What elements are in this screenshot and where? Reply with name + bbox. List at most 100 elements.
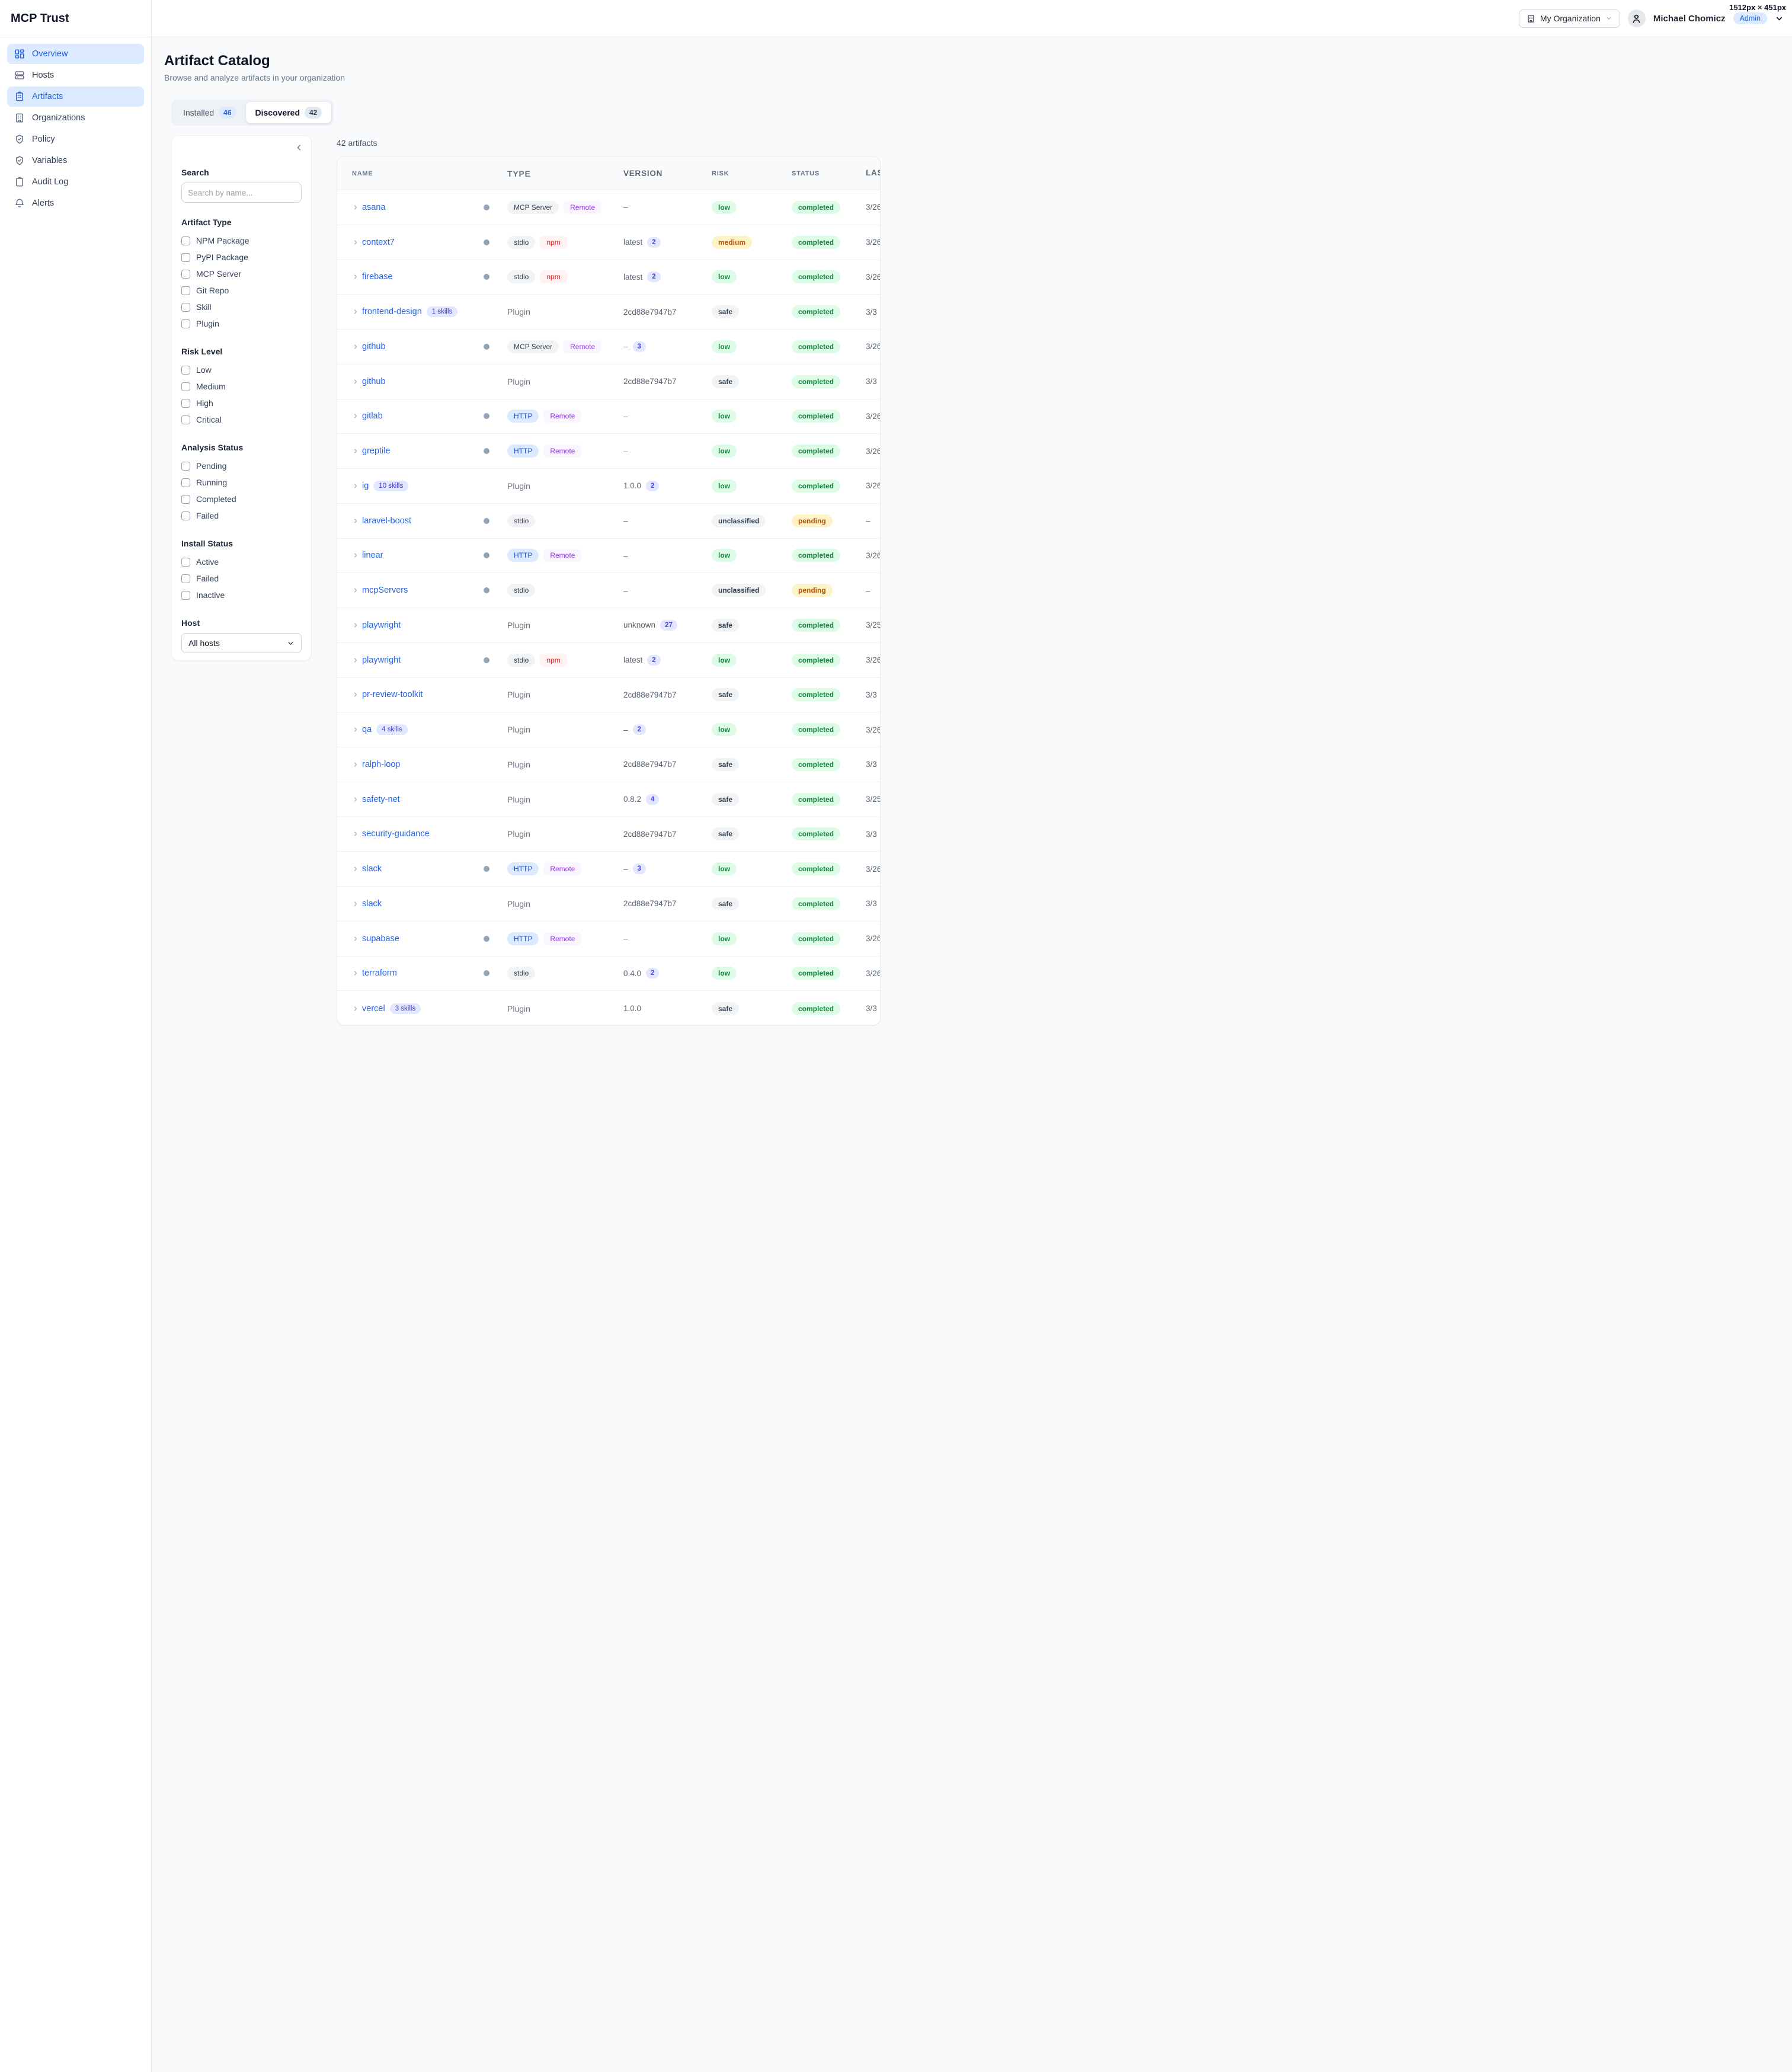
filter-option-pending[interactable]: Pending — [181, 458, 302, 474]
checkbox[interactable] — [181, 399, 190, 408]
sidebar-item-artifacts[interactable]: Artifacts — [7, 87, 144, 107]
table-row[interactable]: safety-net Plugin 0.8.2 4 safe completed… — [337, 782, 881, 817]
filter-option-npm-package[interactable]: NPM Package — [181, 232, 302, 249]
filter-option-low[interactable]: Low — [181, 362, 302, 378]
table-row[interactable]: supabase HTTPRemote – low completed 3/26 — [337, 922, 881, 957]
table-row[interactable]: vercel 3 skills Plugin 1.0.0 safe comple… — [337, 991, 881, 1025]
artifact-name-link[interactable]: context7 — [362, 238, 395, 247]
filter-option-inactive[interactable]: Inactive — [181, 587, 302, 603]
table-row[interactable]: playwright stdionpm latest 2 low complet… — [337, 643, 881, 678]
checkbox[interactable] — [181, 462, 190, 471]
artifact-name-link[interactable]: playwright — [362, 656, 401, 665]
expand-chevron-icon[interactable] — [352, 204, 359, 211]
checkbox[interactable] — [181, 382, 190, 391]
artifact-name-link[interactable]: slack — [362, 864, 382, 874]
table-row[interactable]: greptile HTTPRemote – low completed 3/26 — [337, 434, 881, 469]
expand-chevron-icon[interactable] — [352, 900, 359, 907]
table-row[interactable]: terraform stdio 0.4.0 2 low completed 3/… — [337, 957, 881, 992]
table-row[interactable]: pr-review-toolkit Plugin 2cd88e7947b7 sa… — [337, 678, 881, 713]
expand-chevron-icon[interactable] — [352, 239, 359, 246]
artifact-name-link[interactable]: ig — [362, 481, 369, 491]
table-row[interactable]: ig 10 skills Plugin 1.0.0 2 low complete… — [337, 469, 881, 504]
expand-chevron-icon[interactable] — [352, 622, 359, 629]
expand-chevron-icon[interactable] — [352, 935, 359, 942]
expand-chevron-icon[interactable] — [352, 273, 359, 280]
checkbox[interactable] — [181, 253, 190, 262]
expand-chevron-icon[interactable] — [352, 378, 359, 385]
table-row[interactable]: asana MCP ServerRemote – low completed 3… — [337, 190, 881, 225]
sidebar-item-audit-log[interactable]: Audit Log — [7, 172, 144, 192]
artifact-name-link[interactable]: qa — [362, 725, 372, 734]
filter-option-failed[interactable]: Failed — [181, 507, 302, 524]
expand-chevron-icon[interactable] — [352, 308, 359, 315]
tab-discovered[interactable]: Discovered 42 — [246, 102, 332, 123]
table-row[interactable]: laravel-boost stdio – unclassified pendi… — [337, 504, 881, 539]
checkbox[interactable] — [181, 591, 190, 600]
tab-installed[interactable]: Installed 46 — [174, 102, 246, 123]
table-row[interactable]: context7 stdionpm latest 2 medium comple… — [337, 225, 881, 260]
artifact-name-link[interactable]: github — [362, 342, 386, 351]
checkbox[interactable] — [181, 303, 190, 312]
filter-option-skill[interactable]: Skill — [181, 299, 302, 315]
filter-option-failed[interactable]: Failed — [181, 570, 302, 587]
table-row[interactable]: linear HTTPRemote – low completed 3/26 — [337, 539, 881, 574]
host-select[interactable]: All hosts — [181, 633, 302, 653]
filter-option-pypi-package[interactable]: PyPI Package — [181, 249, 302, 266]
table-row[interactable]: slack Plugin 2cd88e7947b7 safe completed… — [337, 887, 881, 922]
sidebar-item-overview[interactable]: Overview — [7, 44, 144, 64]
artifact-name-link[interactable]: playwright — [362, 621, 401, 630]
artifact-name-link[interactable]: supabase — [362, 934, 399, 944]
filter-option-high[interactable]: High — [181, 395, 302, 411]
checkbox[interactable] — [181, 558, 190, 567]
table-row[interactable]: frontend-design 1 skills Plugin 2cd88e79… — [337, 295, 881, 330]
checkbox[interactable] — [181, 366, 190, 375]
checkbox[interactable] — [181, 415, 190, 424]
organization-selector-button[interactable]: My Organization — [1519, 9, 1620, 28]
artifact-name-link[interactable]: mcpServers — [362, 586, 408, 595]
expand-chevron-icon[interactable] — [352, 447, 359, 455]
filter-option-git-repo[interactable]: Git Repo — [181, 282, 302, 299]
table-row[interactable]: playwright Plugin unknown 27 safe comple… — [337, 608, 881, 643]
sidebar-item-variables[interactable]: Variables — [7, 151, 144, 171]
expand-chevron-icon[interactable] — [352, 552, 359, 559]
expand-chevron-icon[interactable] — [352, 726, 359, 733]
artifact-name-link[interactable]: asana — [362, 203, 386, 212]
sidebar-item-alerts[interactable]: Alerts — [7, 193, 144, 213]
expand-chevron-icon[interactable] — [352, 413, 359, 420]
expand-chevron-icon[interactable] — [352, 657, 359, 664]
filter-option-critical[interactable]: Critical — [181, 411, 302, 428]
table-row[interactable]: firebase stdionpm latest 2 low completed… — [337, 260, 881, 295]
checkbox[interactable] — [181, 574, 190, 583]
table-row[interactable]: qa 4 skills Plugin – 2 low completed 3/2… — [337, 712, 881, 747]
artifact-name-link[interactable]: ralph-loop — [362, 760, 401, 769]
table-row[interactable]: ralph-loop Plugin 2cd88e7947b7 safe comp… — [337, 747, 881, 782]
expand-chevron-icon[interactable] — [352, 517, 359, 525]
artifact-name-link[interactable]: linear — [362, 551, 383, 560]
artifact-name-link[interactable]: pr-review-toolkit — [362, 690, 423, 699]
checkbox[interactable] — [181, 495, 190, 504]
artifact-name-link[interactable]: laravel-boost — [362, 516, 411, 526]
expand-chevron-icon[interactable] — [352, 796, 359, 803]
artifact-name-link[interactable]: slack — [362, 899, 382, 909]
expand-chevron-icon[interactable] — [352, 691, 359, 698]
checkbox[interactable] — [181, 319, 190, 328]
filter-option-mcp-server[interactable]: MCP Server — [181, 266, 302, 282]
checkbox[interactable] — [181, 236, 190, 245]
sidebar-item-policy[interactable]: Policy — [7, 129, 144, 149]
filter-option-active[interactable]: Active — [181, 554, 302, 570]
expand-chevron-icon[interactable] — [352, 482, 359, 490]
artifact-name-link[interactable]: security-guidance — [362, 829, 430, 839]
expand-chevron-icon[interactable] — [352, 1005, 359, 1012]
table-row[interactable]: github MCP ServerRemote – 3 low complete… — [337, 330, 881, 364]
table-row[interactable]: gitlab HTTPRemote – low completed 3/26 — [337, 399, 881, 434]
expand-chevron-icon[interactable] — [352, 761, 359, 768]
table-row[interactable]: mcpServers stdio – unclassified pending … — [337, 573, 881, 608]
user-menu-chevron-icon[interactable] — [1775, 14, 1784, 23]
filter-option-running[interactable]: Running — [181, 474, 302, 491]
avatar[interactable] — [1628, 9, 1646, 27]
expand-chevron-icon[interactable] — [352, 970, 359, 977]
expand-chevron-icon[interactable] — [352, 865, 359, 872]
expand-chevron-icon[interactable] — [352, 343, 359, 350]
artifact-name-link[interactable]: firebase — [362, 272, 393, 282]
artifact-name-link[interactable]: frontend-design — [362, 307, 422, 316]
